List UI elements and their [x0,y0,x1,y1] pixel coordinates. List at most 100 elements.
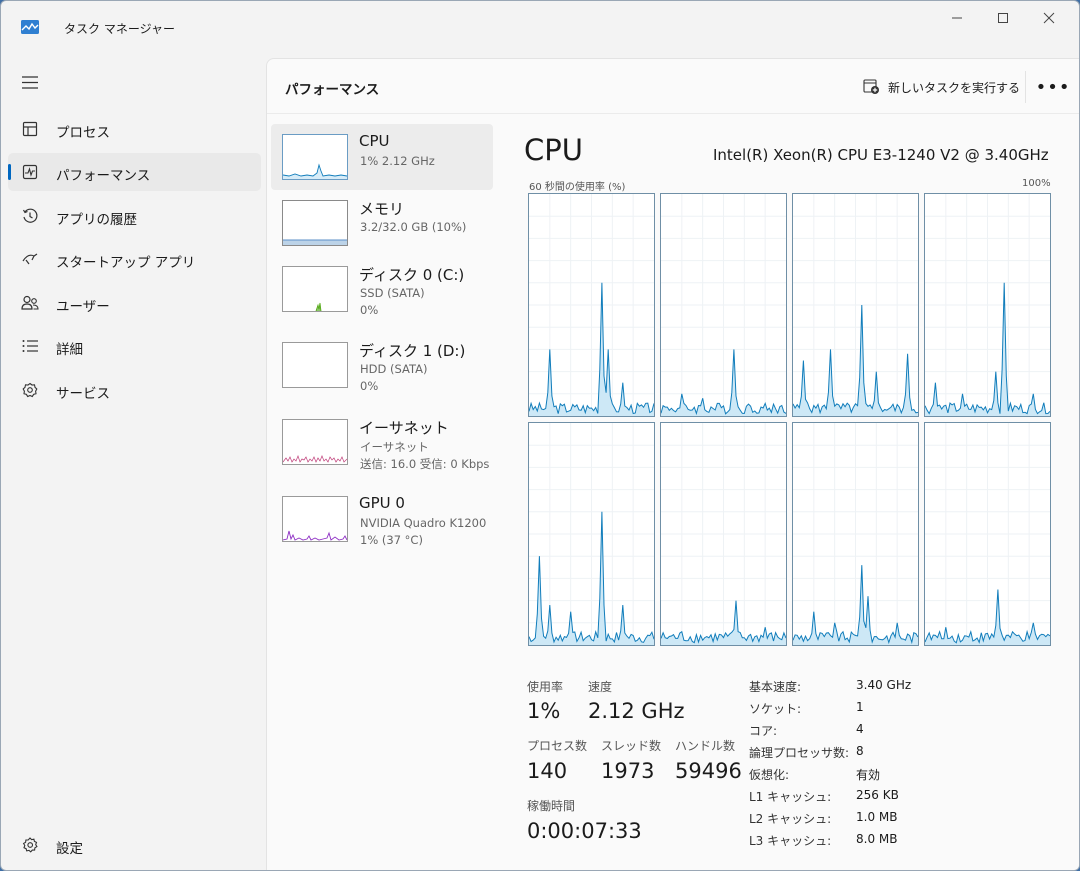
run-new-task-icon [863,79,879,94]
resource-name: メモリ [359,200,405,218]
performance-icon [21,163,39,181]
nav-item-processes[interactable]: プロセス [8,110,261,148]
resource-usage: 送信: 16.0 受信: 0 Kbps [360,457,490,471]
app-history-icon [21,207,39,225]
close-icon [1043,12,1055,24]
nav-item-performance[interactable]: パフォーマンス [8,153,261,191]
info-key: 論理プロセッサ数: [749,746,850,760]
resource-detail: SSD (SATA) [360,286,425,300]
info-key: コア: [749,724,778,738]
info-value: 有効 [856,768,881,782]
logical-processor-graph-6 [792,422,919,646]
nav-item-app-history[interactable]: アプリの履歴 [8,197,261,235]
logical-processor-graph-5 [660,422,787,646]
info-value: 8 [856,744,864,758]
run-new-task-label: 新しいタスクを実行する [888,80,1021,95]
logical-processor-graph-4 [528,422,655,646]
navigation-pane: プロセス パフォーマンス アプリの履歴 スタートアップ アプリ ユーザー 詳細 … [1,57,267,870]
usage-history-chart [925,423,1050,645]
threads-label: スレッド数 [601,739,662,753]
nav-label: プロセス [56,125,110,141]
info-key: L2 キャッシュ: [749,812,832,826]
threads-value: 1973 [601,759,655,783]
main-panel: パフォーマンス 新しいタスクを実行する ••• CPU 1% 2.12 GHz … [266,58,1079,870]
nav-label: 設定 [56,841,83,857]
uptime-value: 0:00:07:33 [527,819,642,843]
usage-history-chart [661,194,786,416]
uptime-label: 稼働時間 [527,799,576,813]
usage-history-chart [925,194,1050,416]
resource-ethernet[interactable]: イーサネット イーサネット 送信: 16.0 受信: 0 Kbps [271,409,493,475]
resource-name: ディスク 1 (D:) [359,342,466,360]
title-bar: タスク マネージャー [1,1,1079,57]
processes-label: プロセス数 [527,739,588,753]
speed-label: 速度 [588,680,613,694]
resource-detail: 3.2/32.0 GB (10%) [360,220,467,234]
startup-apps-icon [21,250,39,268]
menu-toggle-button[interactable] [15,69,45,95]
services-icon [21,381,39,399]
cpu-model-name: Intel(R) Xeon(R) CPU E3-1240 V2 @ 3.40GH… [713,146,1049,164]
page-header: パフォーマンス 新しいタスクを実行する ••• [267,59,1079,114]
resource-detail: 1% 2.12 GHz [360,154,435,168]
logical-processor-graph-2 [792,193,919,417]
info-value: 4 [856,722,864,736]
maximize-icon [998,13,1008,23]
info-value: 3.40 GHz [856,678,912,692]
more-options-button[interactable]: ••• [1036,75,1070,99]
info-key: 仮想化: [749,768,790,782]
info-key: L1 キャッシュ: [749,790,832,804]
usage-history-chart [793,194,918,416]
resource-usage: 0% [360,379,379,393]
maximize-button[interactable] [980,5,1026,31]
graph-axis-label: 60 秒間の使用率 (%) [529,182,626,193]
nav-label: ユーザー [56,299,110,315]
resource-disk-0[interactable]: ディスク 0 (C:) SSD (SATA) 0% [271,256,493,322]
nav-label: スタートアップ アプリ [56,255,196,271]
handles-value: 59496 [675,759,742,783]
resource-name: GPU 0 [359,494,405,512]
cpu-thumbnail-graph [282,134,348,180]
resource-memory[interactable]: メモリ 3.2/32.0 GB (10%) [271,190,493,256]
settings-gear-icon [21,836,39,854]
resource-disk-1[interactable]: ディスク 1 (D:) HDD (SATA) 0% [271,332,493,398]
header-separator [1025,71,1026,103]
processes-value: 140 [527,759,568,783]
nav-label: 詳細 [56,342,83,358]
users-icon [21,294,39,312]
resource-cpu[interactable]: CPU 1% 2.12 GHz [271,124,493,190]
nav-item-details[interactable]: 詳細 [8,327,261,365]
resource-name: CPU [359,132,390,150]
resource-gpu-0[interactable]: GPU 0 NVIDIA Quadro K1200 1% (37 °C) [271,486,493,552]
resource-usage: 0% [360,303,379,317]
detail-title: CPU [524,133,583,167]
task-manager-app-icon [21,20,39,34]
run-new-task-button[interactable]: 新しいタスクを実行する [863,76,1020,98]
nav-label: アプリの履歴 [56,212,137,228]
usage-history-chart [661,423,786,645]
resource-detail: NVIDIA Quadro K1200 [360,516,487,530]
close-button[interactable] [1026,5,1072,31]
minimize-button[interactable] [934,5,980,31]
nav-item-users[interactable]: ユーザー [8,284,261,322]
usage-history-chart [529,194,654,416]
disk-0-thumbnail-graph [282,266,348,312]
active-indicator [8,164,11,180]
usage-history-chart [793,423,918,645]
disk-1-thumbnail-graph [282,342,348,388]
handles-label: ハンドル数 [675,739,736,753]
info-key: 基本速度: [749,680,802,694]
info-value: 8.0 MB [856,832,898,846]
logical-processor-graph-1 [660,193,787,417]
nav-label: パフォーマンス [56,168,151,184]
usage-history-chart [529,423,654,645]
task-manager-window: タスク マネージャー プロセス パフォーマンス アプリの履歴 スタートアップ ア… [0,0,1080,871]
details-icon [21,337,39,355]
nav-item-services[interactable]: サービス [8,371,261,409]
memory-thumbnail-graph [282,200,348,246]
window-title: タスク マネージャー [64,22,175,36]
nav-item-startup-apps[interactable]: スタートアップ アプリ [8,240,261,278]
usage-label: 使用率 [527,680,564,694]
resource-name: イーサネット [359,419,449,437]
nav-item-settings[interactable]: 設定 [8,826,261,864]
